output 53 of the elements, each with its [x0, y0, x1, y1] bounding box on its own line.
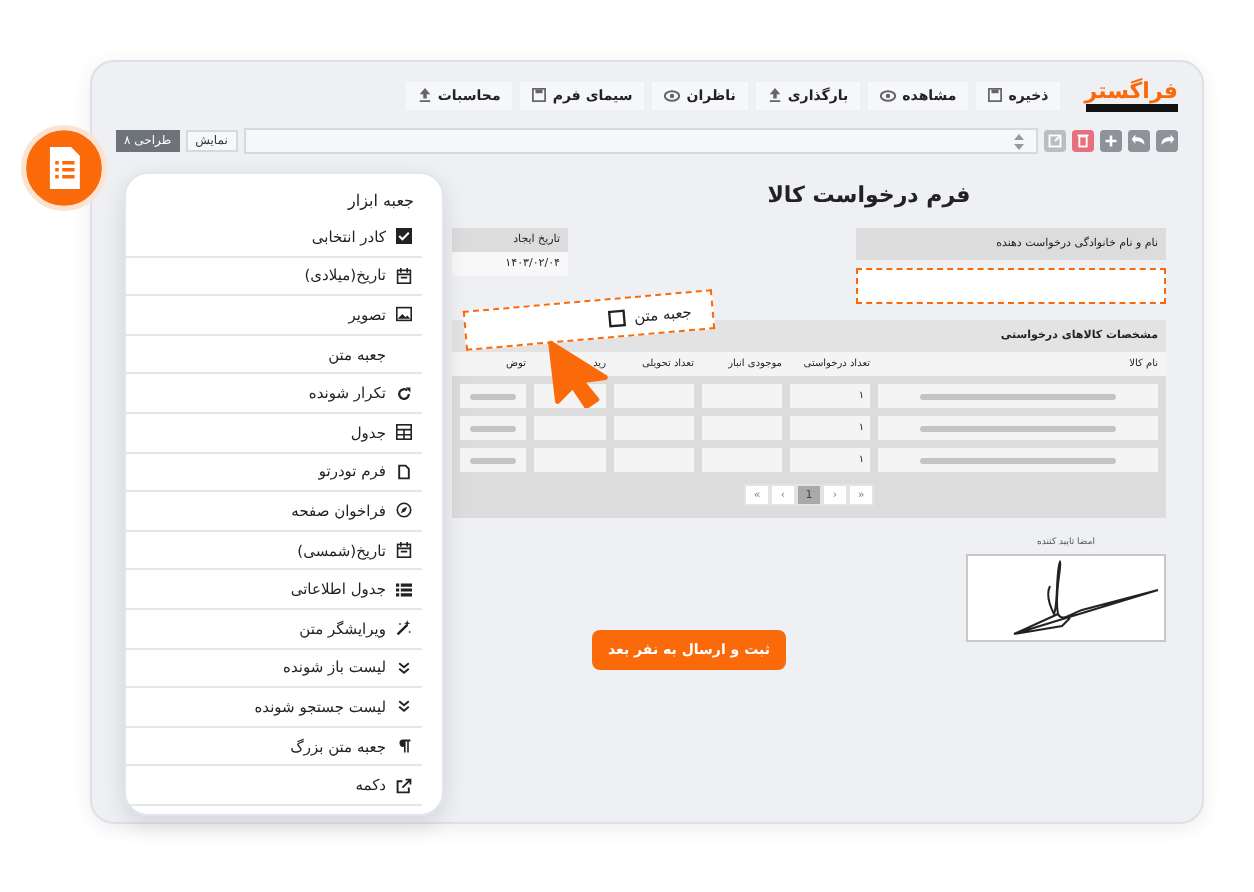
- input-field[interactable]: [856, 268, 1166, 304]
- table-cell[interactable]: [460, 384, 526, 408]
- table-cell[interactable]: [878, 384, 1158, 408]
- list-badge-icon: [20, 124, 108, 212]
- table-cell[interactable]: [702, 384, 782, 408]
- table-cell[interactable]: [460, 416, 526, 440]
- upload-icon: [417, 88, 432, 102]
- external-link-icon: [396, 777, 412, 794]
- logo-tagline-bar: [1085, 104, 1178, 112]
- text-placeholder-bar: [469, 393, 517, 399]
- text-placeholder-bar: [469, 425, 517, 431]
- save-icon: [532, 88, 547, 102]
- calendar-icon: [396, 267, 412, 284]
- checkbox-icon: [396, 228, 412, 245]
- magic-wand-icon: [396, 620, 412, 637]
- cursor-icon: [544, 340, 612, 408]
- save-icon: [988, 88, 1003, 102]
- eye-icon: [664, 89, 681, 101]
- edit-icon[interactable]: [1044, 130, 1066, 152]
- eye-icon: [880, 89, 897, 101]
- double-chevron-icon: [396, 698, 412, 715]
- upload-icon: [767, 88, 782, 102]
- signature-field[interactable]: [966, 554, 1166, 642]
- file-icon: [396, 463, 412, 480]
- delete-icon[interactable]: [1072, 130, 1094, 152]
- table-cell[interactable]: [702, 448, 782, 472]
- logo-text: فراگستر: [1084, 78, 1178, 104]
- table-cell[interactable]: [534, 416, 606, 440]
- table-cell[interactable]: [878, 416, 1158, 440]
- compass-icon: [396, 502, 412, 519]
- select-field[interactable]: [243, 128, 1038, 154]
- toolbox-title: جعبه ابزار: [345, 190, 416, 214]
- table-cell[interactable]: [878, 448, 1158, 472]
- table-icon: [396, 424, 412, 441]
- form-title: فرم درخواست کالا: [765, 180, 973, 212]
- image-icon: [396, 306, 412, 323]
- list-icon: [396, 581, 412, 598]
- add-icon[interactable]: [1100, 130, 1122, 152]
- table-cell[interactable]: [614, 416, 694, 440]
- text-placeholder-bar: [469, 457, 517, 463]
- undo-icon[interactable]: [1128, 130, 1150, 152]
- checkbox-icon: [607, 307, 627, 328]
- table-cell[interactable]: [534, 448, 606, 472]
- table-cell[interactable]: [702, 416, 782, 440]
- calendar-icon: [396, 542, 412, 559]
- table-cell[interactable]: [460, 448, 526, 472]
- sort-icon: [1014, 133, 1024, 149]
- table-cell[interactable]: [614, 384, 694, 408]
- table-cell[interactable]: [614, 448, 694, 472]
- paragraph-icon: [396, 738, 412, 755]
- double-chevron-icon: [396, 659, 412, 676]
- redo-icon[interactable]: [1156, 130, 1178, 152]
- refresh-icon: [396, 385, 412, 402]
